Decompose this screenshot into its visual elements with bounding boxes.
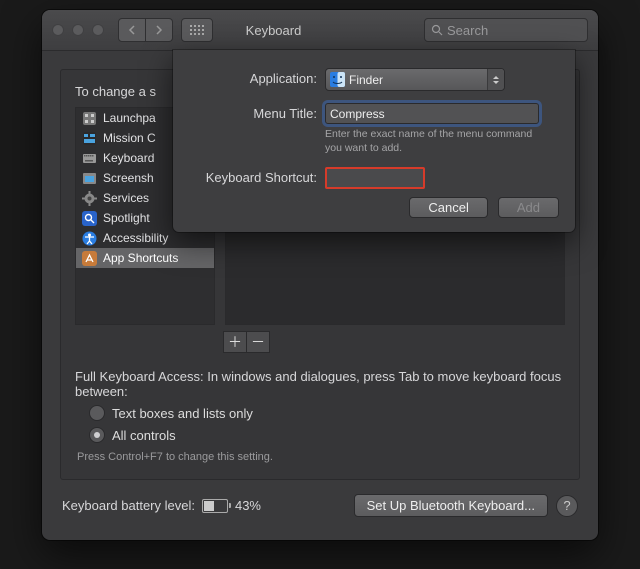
sidebar-item-app-shortcuts[interactable]: App Shortcuts — [76, 248, 214, 268]
remove-button[interactable]: － — [247, 331, 270, 353]
menu-title-helper: Enter the exact name of the menu command… — [325, 128, 535, 155]
menu-title-input[interactable] — [325, 103, 539, 124]
menu-title-label: Menu Title: — [189, 103, 325, 121]
application-value: Finder — [349, 73, 383, 87]
add-remove-controls: ＋ － — [223, 331, 565, 353]
radio-label: All controls — [112, 428, 176, 443]
radio-icon — [89, 405, 105, 421]
keyboard-shortcut-label: Keyboard Shortcut: — [189, 167, 325, 185]
cancel-button[interactable]: Cancel — [409, 197, 487, 218]
battery-icon — [202, 499, 228, 513]
titlebar: Keyboard Search — [42, 10, 598, 51]
spotlight-icon — [82, 211, 97, 226]
close-traffic-light[interactable] — [52, 24, 64, 36]
help-button[interactable]: ? — [556, 495, 578, 517]
fka-note: Press Control+F7 to change this setting. — [77, 451, 565, 463]
footer: Keyboard battery level: 43% Set Up Bluet… — [60, 494, 580, 517]
radio-label: Text boxes and lists only — [112, 406, 253, 421]
sidebar-item-label: Mission C — [103, 131, 156, 145]
full-keyboard-access-label: Full Keyboard Access: In windows and dia… — [75, 369, 565, 399]
application-label: Application: — [189, 68, 325, 86]
search-icon — [431, 24, 443, 36]
sidebar-item-label: Services — [103, 191, 149, 205]
search-field[interactable]: Search — [424, 18, 588, 42]
radio-all-controls[interactable]: All controls — [89, 427, 565, 443]
launchpad-icon — [82, 111, 97, 126]
chevron-updown-icon — [487, 69, 504, 90]
setup-bluetooth-button[interactable]: Set Up Bluetooth Keyboard... — [354, 494, 548, 517]
finder-icon — [330, 72, 345, 87]
window-title: Keyboard — [123, 23, 424, 38]
battery-label: Keyboard battery level: — [62, 498, 195, 513]
preferences-window: Keyboard Search To change a s eys. Launc… — [42, 10, 598, 540]
radio-icon — [89, 427, 105, 443]
app-shortcuts-icon — [82, 251, 97, 266]
mission-control-icon — [82, 131, 97, 146]
sidebar-item-label: App Shortcuts — [103, 251, 178, 265]
application-popup[interactable]: Finder — [325, 68, 505, 91]
battery-percentage: 43% — [235, 498, 261, 513]
screenshot-icon — [82, 171, 97, 186]
sidebar-item-label: Keyboard — [103, 151, 154, 165]
add-shortcut-sheet: Application: Finder Menu Title: Enter th… — [173, 50, 575, 232]
accessibility-icon — [82, 231, 97, 246]
keyboard-shortcut-input[interactable] — [325, 167, 425, 189]
zoom-traffic-light[interactable] — [92, 24, 104, 36]
sidebar-item-label: Accessibility — [103, 231, 168, 245]
sidebar-item-label: Launchpa — [103, 111, 156, 125]
add-confirm-button[interactable]: Add — [498, 197, 559, 218]
sidebar-item-label: Screensh — [103, 171, 154, 185]
search-placeholder: Search — [447, 23, 488, 38]
radio-text-boxes[interactable]: Text boxes and lists only — [89, 405, 565, 421]
minimize-traffic-light[interactable] — [72, 24, 84, 36]
battery-status: Keyboard battery level: 43% — [62, 498, 261, 513]
sidebar-item-label: Spotlight — [103, 211, 150, 225]
add-button[interactable]: ＋ — [223, 331, 247, 353]
services-icon — [82, 191, 97, 206]
keyboard-icon — [82, 151, 97, 166]
